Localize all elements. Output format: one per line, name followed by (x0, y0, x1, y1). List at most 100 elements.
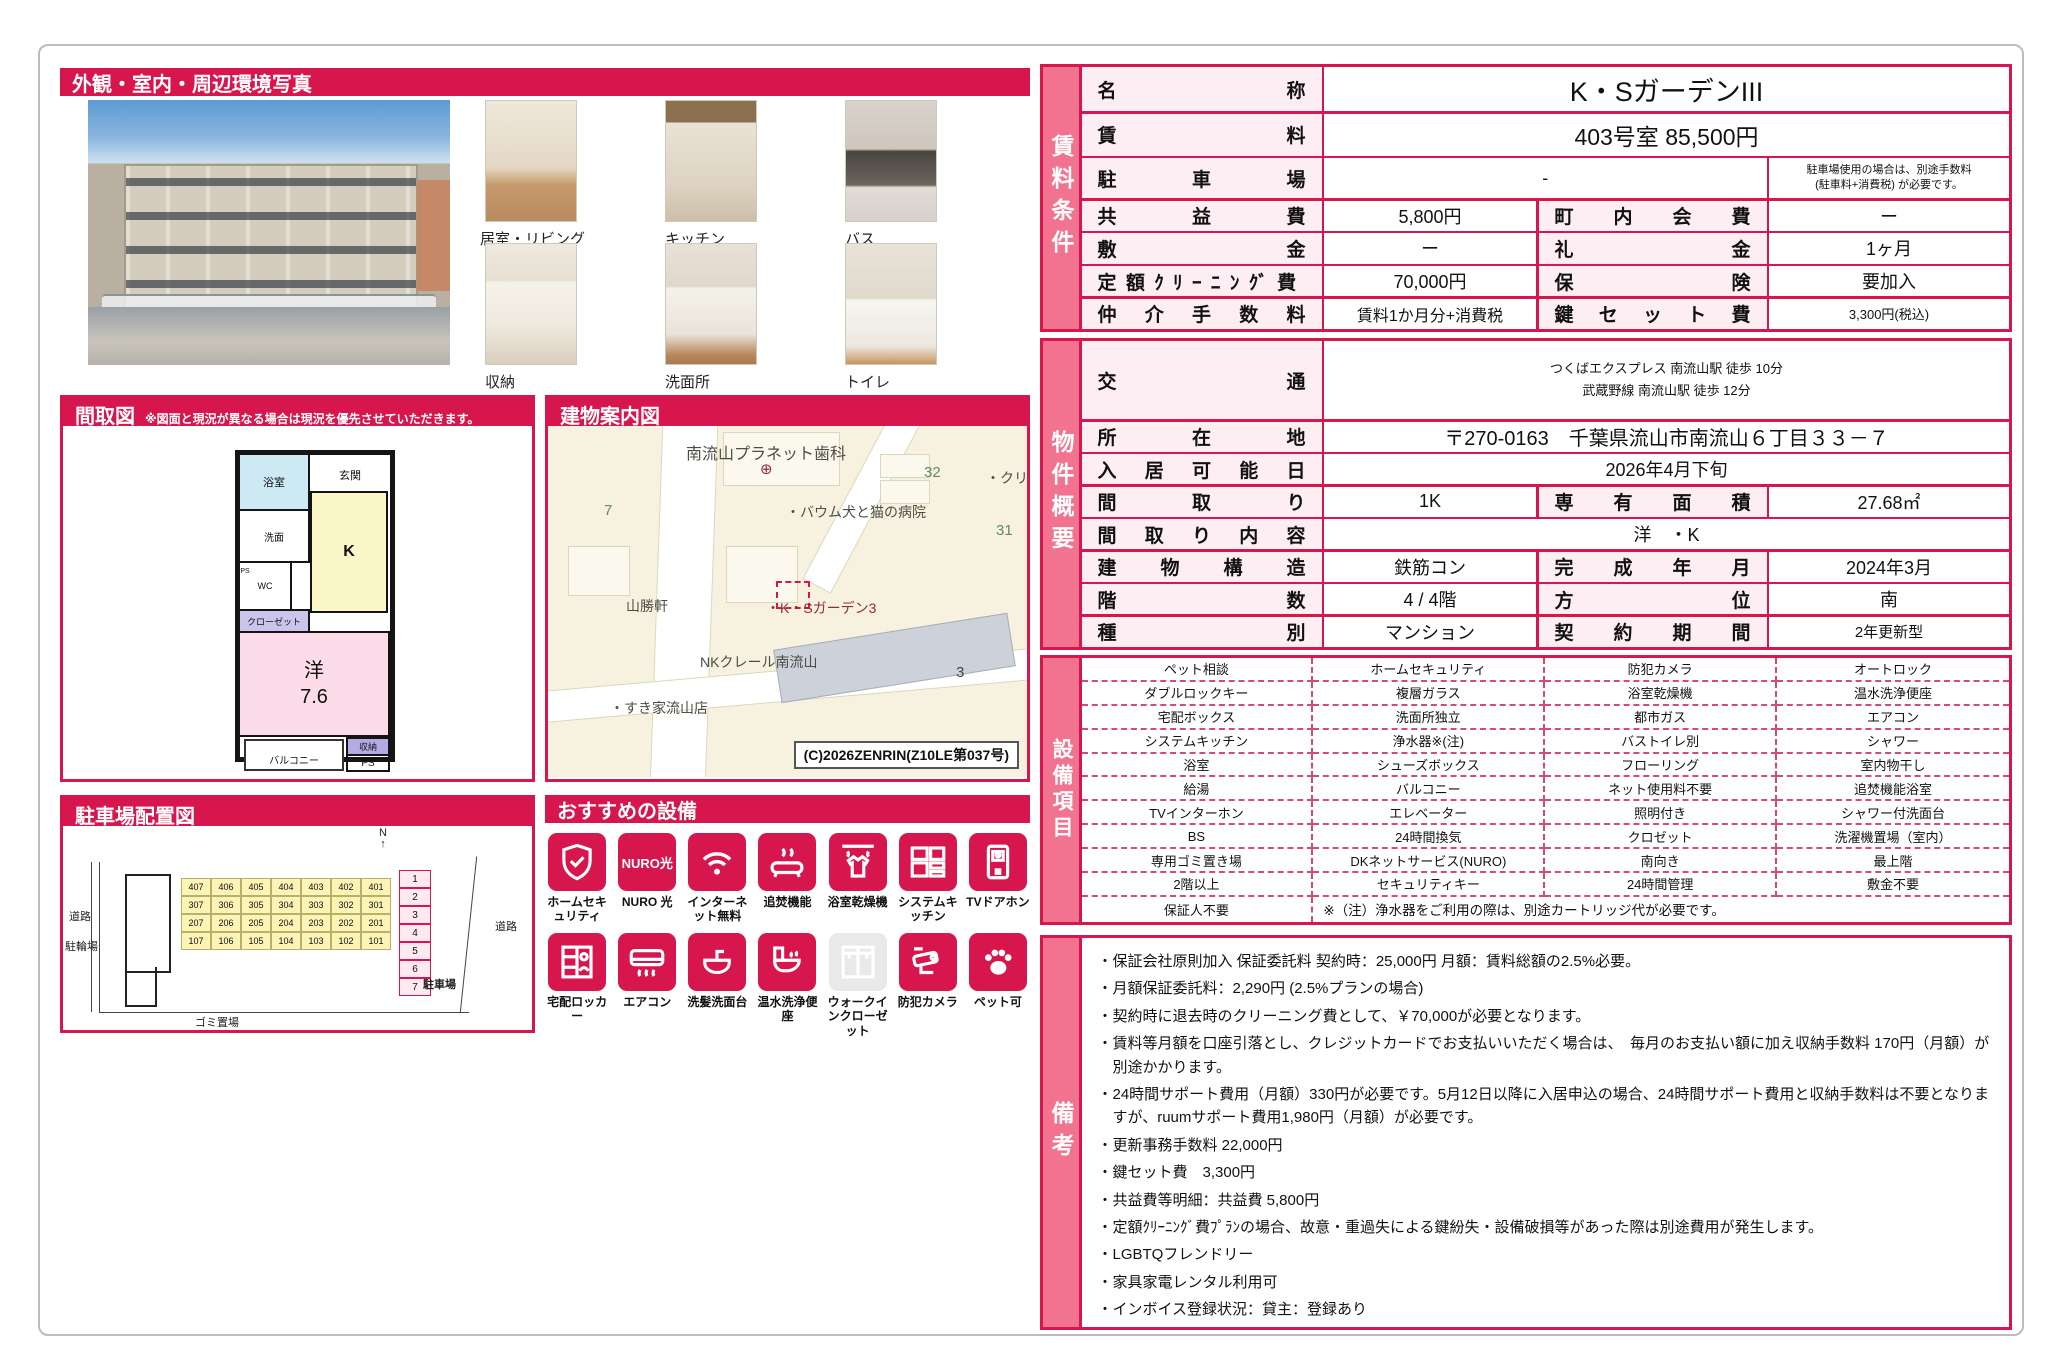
address-label: 所在地 (1082, 422, 1322, 452)
photo-caption: トイレ (845, 371, 890, 392)
neighbor-building (417, 180, 450, 291)
equipment-item: DKネットサービス(NURO) (1313, 849, 1545, 873)
photo-bath (845, 100, 937, 222)
facility-label: ペット可 (974, 995, 1022, 1025)
built-label: 完成年月 (1539, 552, 1767, 582)
facility-label: 防犯カメラ (898, 995, 958, 1025)
property-overview-section: 物件概要 交通 つくばエクスプレス 南流山駅 徒歩 10分武蔵野線 南流山駅 徒… (1040, 338, 2012, 650)
walkin-closet-icon (829, 933, 887, 991)
bathroom-dryer-icon (829, 833, 887, 891)
map-label-clinic: ・クリ (986, 468, 1027, 488)
floorplan-title: 間取図 (75, 400, 135, 429)
equipment-item: 室内物干し (1777, 754, 2009, 778)
nuro-icon-text: NURO光 (622, 853, 673, 872)
cleaning-fee-label: 定額ｸﾘｰﾆﾝｸﾞ費 (1082, 266, 1322, 296)
building-outline-l (125, 967, 157, 1007)
map-label-subject: ・K・Sガーデン3 (766, 598, 876, 618)
key-set-fee-value: 3,300円(税込) (1769, 299, 2009, 329)
floors-value: 4 / 4階 (1324, 584, 1536, 614)
common-fee-value: 5,800円 (1324, 201, 1536, 231)
rent-value: 403号室 85,500円 (1324, 114, 2009, 156)
common-fee-label: 共益費 (1082, 201, 1322, 231)
equipment-item: ペット相談 (1082, 658, 1314, 682)
parking-space-number: 103 (301, 932, 331, 950)
built-value: 2024年3月 (1769, 552, 2009, 582)
parking-value: - (1324, 158, 1767, 198)
equipment-item: 2階以上 (1082, 873, 1314, 897)
site-line (460, 856, 477, 1012)
shield-check-icon (548, 833, 606, 891)
facility-aircon: エアコン (615, 933, 679, 1038)
parking-space-number: 205 (241, 914, 271, 932)
parking-header: 駐車場配置図 (63, 798, 532, 826)
remark-item: ・インボイス登録状況：貸主：登録あり (1098, 1298, 1994, 1321)
map-label-nk: NKクレール南流山 (700, 652, 817, 672)
photo-caption: 洗面所 (665, 371, 710, 392)
room-western-size: 7.6 (300, 684, 328, 710)
site-line (99, 862, 100, 1012)
parking-space-number: 403 (301, 878, 331, 896)
room-kitchen: K (310, 491, 388, 613)
parking-space-number: 104 (271, 932, 301, 950)
structure-label: 建物構造 (1082, 552, 1322, 582)
remarks-section: 備考 ・保証会社原則加入 保証委託料 契約時：25,000円 月額：賃料総額の2… (1040, 935, 2012, 1330)
equipment-item: 温水洗浄便座 (1777, 682, 2009, 706)
photo-living (485, 100, 577, 222)
rent-table: 名称 K・SガーデンIII 賃料 403号室 85,500円 駐車場 - 駐車場… (1082, 67, 2010, 329)
room-western: 洋 7.6 (238, 631, 390, 737)
equipment-item: 宅配ボックス (1082, 706, 1314, 730)
facility-label: NURO 光 (622, 895, 673, 925)
equipment-item: シューズボックス (1313, 754, 1545, 778)
equipment-item: 防犯カメラ (1545, 658, 1777, 682)
type-value: マンション (1324, 617, 1536, 647)
deposit-label: 敷金 (1082, 233, 1322, 263)
paw-icon (969, 933, 1027, 991)
parking-side-number: 5 (399, 942, 431, 960)
parking-space-number: 202 (331, 914, 361, 932)
equipment-item: ホームセキュリティ (1313, 658, 1545, 682)
equipment-item: 保証人不要 (1082, 897, 1314, 922)
facility-bathroom-dryer: 浴室乾燥機 (826, 833, 890, 925)
rent-section-label: 賃料条件 (1043, 67, 1079, 329)
rent-name-label: 名称 (1082, 67, 1322, 111)
remark-item: ・定額ｸﾘｰﾆﾝｸﾞ費ﾌﾟﾗﾝの場合、故意・重過失による鍵紛失・設備破損等があっ… (1098, 1216, 1994, 1239)
facility-tv-doorphone: TVドアホン (966, 833, 1030, 925)
equipment-item: 追焚機能浴室 (1777, 777, 2009, 801)
tv-doorphone-icon (969, 833, 1027, 891)
exterior-photo (88, 100, 450, 365)
facility-free-internet: インターネット無料 (685, 833, 749, 925)
map-label-sukiya: ・すき家流山店 (610, 698, 708, 718)
facility-home-security: ホームセキュリティ (545, 833, 609, 925)
cleaning-fee-value: 70,000円 (1324, 266, 1536, 296)
photo-kitchen (665, 100, 757, 222)
equipment-item: TVインターホン (1082, 801, 1314, 825)
layout-detail-label: 間取り内容 (1082, 519, 1322, 549)
equipment-item: エアコン (1777, 706, 2009, 730)
parking-space-number: 402 (331, 878, 361, 896)
map-block-number-31: 31 (996, 522, 1013, 539)
recommended-section-header: おすすめの設備 (545, 795, 1030, 823)
property-name-value: K・SガーデンIII (1324, 67, 2009, 111)
remark-item: ・保証会社原則加入 保証委託料 契約時：25,000円 月額：賃料総額の2.5%… (1098, 950, 1994, 973)
room-washroom: 洗面 (238, 509, 310, 563)
map-block-number-3: 3 (956, 664, 964, 681)
photo-washroom (665, 243, 757, 365)
overview-table: 交通 つくばエクスプレス 南流山駅 徒歩 10分武蔵野線 南流山駅 徒歩 12分… (1082, 341, 2010, 647)
recommended-icon-grid: ホームセキュリティ NURO光 NURO 光 インターネット無料 追焚機能 浴室… (545, 833, 1030, 1038)
parking-space-number: 401 (361, 878, 391, 896)
key-set-fee-label: 鍵セット費 (1539, 299, 1767, 329)
equipment-item: 最上階 (1777, 849, 2009, 873)
parking-space-number: 101 (361, 932, 391, 950)
remark-item: ・月額保証委託料：2,290円 (2.5%プランの場合) (1098, 977, 1994, 1000)
remark-item: ・LGBTQフレンドリー (1098, 1243, 1994, 1266)
overview-section-label: 物件概要 (1043, 341, 1079, 647)
map-label-ramen: 山勝軒 (626, 596, 668, 616)
remark-item: ・共益費等明細：共益費 5,800円 (1098, 1189, 1994, 1212)
parking-space-number: 201 (361, 914, 391, 932)
parking-space-number: 306 (211, 896, 241, 914)
map-attribution: (C)2026ZENRIN(Z10LE第037号) (794, 741, 1019, 769)
map-block (568, 546, 630, 596)
parking-space-number: 207 (181, 914, 211, 932)
facility-label: 温水洗浄便座 (755, 995, 819, 1025)
map-block (880, 480, 930, 504)
